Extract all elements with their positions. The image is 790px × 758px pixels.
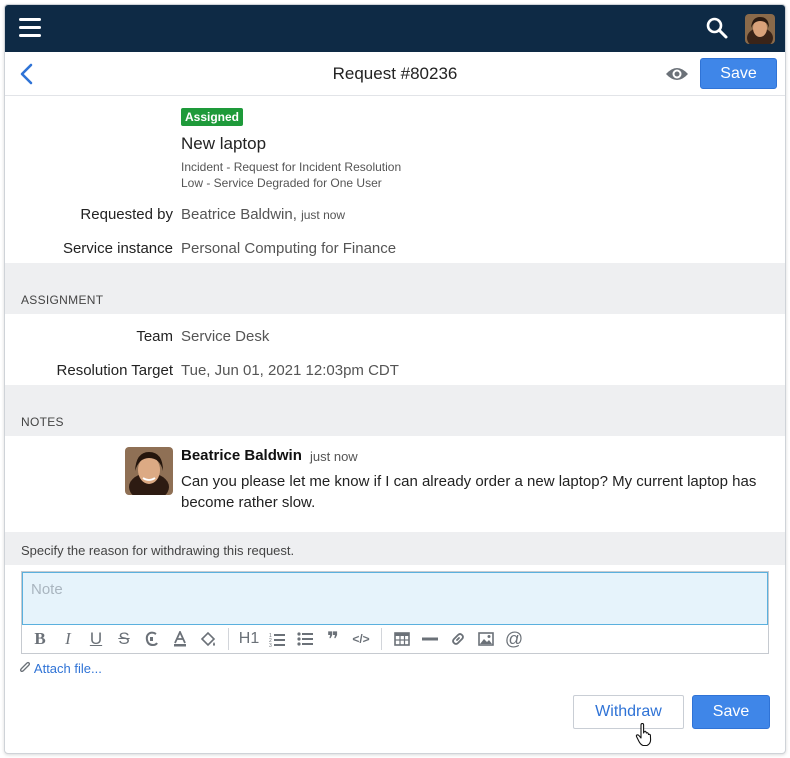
paperclip-icon: [19, 661, 31, 673]
requested-by-label: Requested by: [80, 206, 173, 223]
team-label: Team: [136, 328, 173, 345]
service-instance-value[interactable]: Personal Computing for Finance: [181, 240, 396, 257]
mention-icon[interactable]: @: [500, 627, 528, 651]
svg-text:3: 3: [269, 643, 272, 647]
search-icon[interactable]: [705, 16, 729, 40]
hand-pointer-cursor-icon: [635, 723, 652, 747]
requested-by-name[interactable]: Beatrice Baldwin,: [181, 206, 297, 223]
heading-icon[interactable]: H1: [235, 627, 263, 651]
user-avatar[interactable]: [745, 14, 775, 44]
link-icon[interactable]: [444, 627, 472, 651]
highlight-icon[interactable]: [194, 627, 222, 651]
assignment-title: ASSIGNMENT: [21, 293, 104, 307]
request-category: Incident - Request for Incident Resoluti…: [181, 160, 402, 174]
attach-file-label[interactable]: Attach file...: [34, 661, 102, 676]
note-author-avatar: [125, 447, 173, 495]
table-icon[interactable]: [388, 627, 416, 651]
request-impact: Low - Service Degraded for One User: [181, 176, 382, 190]
ordered-list-icon[interactable]: 123: [263, 627, 291, 651]
request-details: Assigned New laptop Incident - Request f…: [5, 96, 785, 266]
image-icon[interactable]: [472, 627, 500, 651]
quote-icon[interactable]: ❞: [319, 627, 347, 651]
withdraw-instruction-bar: Specify the reason for withdrawing this …: [5, 532, 785, 565]
strikethrough-icon[interactable]: S: [110, 627, 138, 651]
note-author[interactable]: Beatrice Baldwin: [181, 447, 302, 464]
app-window: Request #80236 Save Assigned New laptop …: [4, 4, 786, 754]
assignment-section-header: ASSIGNMENT: [5, 263, 785, 314]
note-editor: Note B I U S H1 123 ❞ </> @: [21, 571, 769, 654]
notes-section-header: NOTES: [5, 385, 785, 436]
bold-icon[interactable]: B: [26, 627, 54, 651]
team-value[interactable]: Service Desk: [181, 328, 269, 345]
toolbar-divider: [228, 628, 229, 650]
requested-by-value: Beatrice Baldwin, just now: [181, 206, 345, 223]
header-save-button[interactable]: Save: [700, 58, 777, 89]
eye-icon[interactable]: [665, 65, 689, 83]
top-navigation-bar: [5, 5, 785, 52]
bullet-list-icon[interactable]: [291, 627, 319, 651]
editor-toolbar: B I U S H1 123 ❞ </> @: [22, 625, 768, 653]
resolution-target-label: Resolution Target: [56, 362, 173, 379]
toolbar-divider: [381, 628, 382, 650]
requested-by-time: just now: [301, 208, 346, 222]
notes-title: NOTES: [21, 415, 64, 429]
resolution-target-value: Tue, Jun 01, 2021 12:03pm CDT: [181, 362, 399, 379]
page-header: Request #80236 Save: [5, 52, 785, 96]
save-button[interactable]: Save: [692, 695, 770, 729]
italic-icon[interactable]: I: [54, 627, 82, 651]
note-time: just now: [310, 449, 358, 464]
withdraw-instruction: Specify the reason for withdrawing this …: [21, 543, 295, 558]
attach-file-link[interactable]: Attach file...: [19, 661, 102, 676]
note-text: Can you please let me know if I can alre…: [181, 473, 757, 511]
request-subject: New laptop: [181, 134, 267, 153]
horizontal-rule-icon[interactable]: [416, 627, 444, 651]
note-input[interactable]: Note: [22, 572, 768, 625]
status-badge: Assigned: [181, 108, 244, 126]
service-instance-label: Service instance: [62, 240, 173, 257]
text-color-icon[interactable]: [166, 627, 194, 651]
code-icon[interactable]: </>: [347, 627, 375, 651]
clear-format-icon[interactable]: [138, 627, 166, 651]
hamburger-menu-icon[interactable]: [19, 18, 41, 38]
withdraw-button[interactable]: Withdraw: [573, 695, 684, 729]
underline-icon[interactable]: U: [82, 627, 110, 651]
